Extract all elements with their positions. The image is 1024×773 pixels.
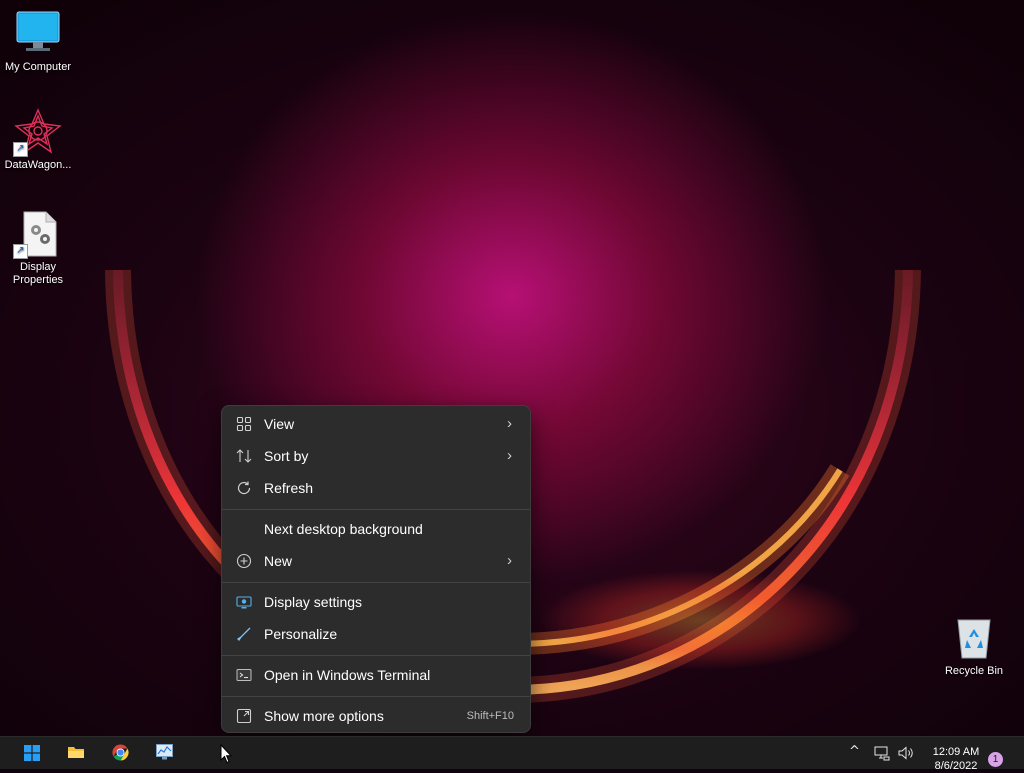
menu-separator [222, 655, 530, 656]
menu-separator [222, 509, 530, 510]
menu-item-label: Personalize [264, 626, 338, 642]
desktop-context-menu: View › Sort by › Refresh Next desktop ba… [221, 405, 531, 733]
chevron-right-icon: › [507, 552, 512, 569]
desktop-icon-label: My Computer [4, 61, 72, 73]
taskbar-file-explorer[interactable] [56, 737, 96, 769]
menu-item-label: Display settings [264, 594, 363, 610]
datawagon-logo-icon: ↗ [13, 108, 62, 157]
menu-item-label: Show more options [264, 708, 384, 724]
tray-volume[interactable] [896, 737, 918, 769]
task-manager-icon [156, 744, 173, 764]
menu-item-personalize[interactable]: Personalize [226, 619, 526, 649]
taskbar-task-manager[interactable] [144, 737, 184, 769]
taskbar-chrome[interactable] [100, 737, 140, 769]
menu-item-next-desktop-background[interactable]: Next desktop background [226, 514, 526, 544]
network-icon [874, 745, 890, 765]
terminal-icon [236, 667, 252, 683]
grid-view-icon [236, 416, 252, 432]
menu-item-label: Next desktop background [264, 521, 423, 537]
start-button[interactable] [12, 737, 52, 769]
chrome-icon [112, 744, 129, 765]
windows-start-icon [24, 745, 40, 765]
shortcut-arrow-icon: ↗ [13, 244, 28, 259]
chevron-up-icon: ^ [849, 744, 860, 759]
desktop-icon-my-computer[interactable]: My Computer [0, 10, 76, 74]
tray-overflow-button[interactable]: ^ [844, 737, 866, 769]
menu-item-label: View [264, 416, 295, 432]
monitor-icon [14, 10, 62, 58]
menu-separator [222, 696, 530, 697]
menu-item-show-more-options[interactable]: Show more options Shift+F10 [226, 701, 526, 731]
shortcut-arrow-icon: ↗ [13, 142, 28, 157]
recycle-bin-icon [950, 614, 998, 662]
desktop-icon-recycle-bin[interactable]: Recycle Bin [936, 614, 1012, 678]
mouse-cursor-icon [220, 743, 233, 768]
menu-item-label: Sort by [264, 448, 309, 464]
menu-item-refresh[interactable]: Refresh [226, 473, 526, 503]
notification-badge[interactable]: 1 [988, 752, 1003, 767]
clock[interactable]: 12:09 AM 8/6/2022 [922, 745, 990, 773]
refresh-icon [236, 480, 252, 496]
display-properties-icon: ↗ [13, 210, 62, 259]
menu-item-display-settings[interactable]: Display settings [226, 587, 526, 617]
menu-item-label: Open in Windows Terminal [264, 667, 431, 683]
menu-separator [222, 582, 530, 583]
menu-item-label: Refresh [264, 480, 314, 496]
clock-time: 12:09 AM [932, 746, 980, 758]
menu-item-new[interactable]: New › [226, 546, 526, 576]
desktop-icon-display-properties[interactable]: ↗ Display Properties [0, 210, 76, 287]
chevron-right-icon: › [507, 447, 512, 464]
sort-icon [236, 448, 252, 464]
menu-item-view[interactable]: View › [226, 409, 526, 439]
desktop-icon-label: Display Properties [12, 261, 64, 286]
speaker-icon [898, 745, 916, 765]
tray-network[interactable] [872, 737, 892, 769]
desktop-icon-datawagon[interactable]: ↗ DataWagon... [0, 108, 76, 172]
chevron-right-icon: › [507, 415, 512, 432]
plus-circle-icon [236, 553, 252, 569]
menu-item-label: New [264, 553, 293, 569]
desktop-icon-label: Recycle Bin [944, 665, 1004, 677]
menu-item-sort-by[interactable]: Sort by › [226, 441, 526, 471]
menu-item-shortcut: Shift+F10 [466, 710, 514, 722]
more-options-icon [236, 708, 252, 724]
brush-icon [236, 626, 252, 642]
display-settings-icon [236, 594, 252, 610]
clock-date: 8/6/2022 [934, 760, 978, 772]
taskbar: ^ 12:09 AM 8/6/2022 1 [0, 736, 1024, 772]
folder-icon [67, 744, 85, 764]
desktop-icon-label: DataWagon... [4, 159, 72, 171]
menu-item-open-in-terminal[interactable]: Open in Windows Terminal [226, 660, 526, 690]
